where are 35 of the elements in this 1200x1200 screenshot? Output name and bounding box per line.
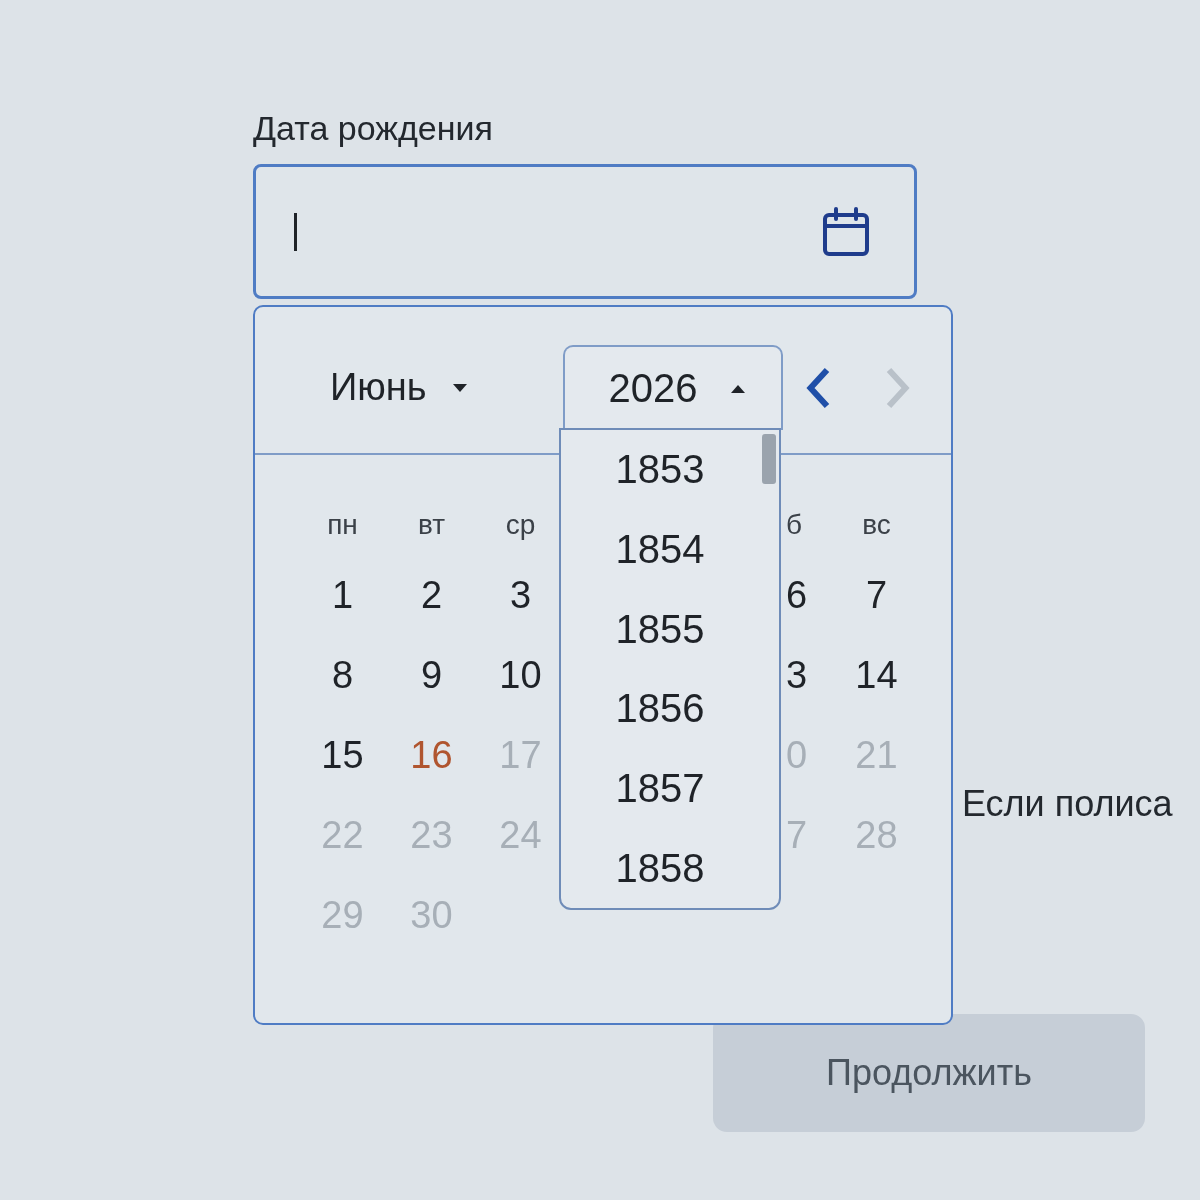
day-button[interactable]: 16 bbox=[393, 719, 470, 791]
year-option[interactable]: 1856 bbox=[561, 669, 759, 749]
year-option[interactable]: 1853 bbox=[561, 430, 759, 510]
caret-up-icon bbox=[731, 384, 746, 393]
scrollbar-thumb[interactable] bbox=[762, 434, 776, 484]
day-button[interactable]: 10 bbox=[482, 639, 559, 711]
day-button[interactable]: 3 bbox=[482, 559, 559, 631]
note-text: Если полиса bbox=[962, 784, 1174, 824]
weekday-label: пн bbox=[326, 508, 359, 542]
day-button[interactable]: 7 bbox=[838, 559, 915, 631]
day-button[interactable]: 8 bbox=[304, 639, 381, 711]
day-button[interactable]: 14 bbox=[838, 639, 915, 711]
weekday-label: ср bbox=[504, 508, 537, 542]
year-option[interactable]: 1854 bbox=[561, 509, 759, 590]
text-cursor bbox=[294, 212, 297, 251]
chevron-left-icon bbox=[805, 366, 831, 409]
caret-down-icon bbox=[452, 383, 467, 392]
month-select[interactable]: Июнь bbox=[330, 345, 563, 430]
calendar-icon[interactable] bbox=[822, 206, 870, 257]
day-button[interactable]: 3 bbox=[784, 639, 832, 711]
year-option[interactable]: 1858 bbox=[561, 828, 759, 909]
date-input-field[interactable] bbox=[253, 164, 917, 299]
year-option[interactable]: 1855 bbox=[561, 589, 759, 669]
day-button[interactable]: 9 bbox=[393, 639, 470, 711]
year-option[interactable]: 1857 bbox=[561, 748, 759, 829]
weekday-label: вс bbox=[861, 508, 892, 542]
day-button[interactable]: 2 bbox=[393, 559, 470, 631]
day-button[interactable]: 6 bbox=[784, 559, 832, 631]
year-select[interactable]: 2026 bbox=[563, 345, 783, 430]
field-label: Дата рождения bbox=[253, 108, 493, 149]
day-button[interactable]: 1 bbox=[304, 559, 381, 631]
day-button[interactable]: 15 bbox=[304, 719, 381, 791]
weekday-label: б bbox=[785, 508, 804, 542]
weekday-label: вт bbox=[416, 508, 447, 542]
chevron-right-icon bbox=[885, 366, 911, 409]
